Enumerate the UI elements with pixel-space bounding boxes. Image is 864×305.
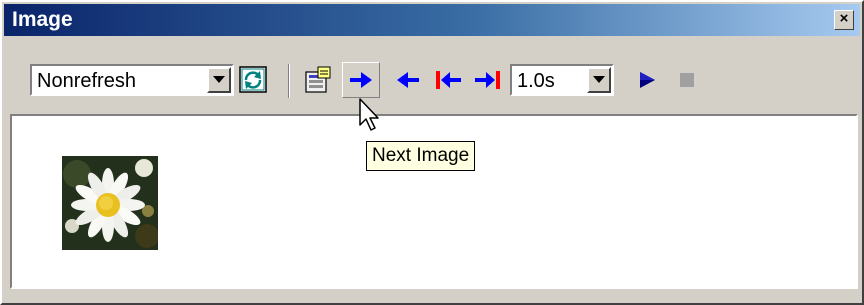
mouse-cursor-icon [359, 98, 379, 131]
first-image-icon [436, 71, 461, 89]
flower-thumbnail-graphic [62, 156, 159, 250]
properties-button[interactable] [298, 62, 336, 98]
title-bar[interactable]: Image × [4, 4, 860, 36]
refresh-button[interactable] [234, 62, 272, 98]
toolbar: Nonrefresh 1.0s [8, 54, 858, 114]
interval-select[interactable]: 1.0s [510, 64, 614, 96]
chevron-down-icon [593, 76, 605, 83]
interval-value: 1.0s [517, 70, 555, 92]
stop-icon [680, 73, 694, 87]
properties-icon [305, 66, 331, 93]
stop-button [668, 62, 706, 98]
first-image-button[interactable] [428, 62, 466, 98]
refresh-mode-dropdown-button[interactable] [207, 67, 231, 93]
toolbar-separator [288, 64, 290, 98]
close-button[interactable]: × [834, 10, 854, 30]
last-image-button[interactable] [470, 62, 508, 98]
window-title: Image [12, 8, 73, 31]
image-window: Image × Nonrefresh 1.0s Next Image [0, 0, 864, 305]
previous-image-button[interactable] [388, 62, 426, 98]
refresh-mode-select[interactable]: Nonrefresh [30, 64, 234, 96]
next-image-button[interactable] [342, 62, 380, 98]
next-image-tooltip: Next Image [366, 141, 476, 171]
close-icon: × [839, 10, 849, 27]
next-arrow-icon [350, 72, 372, 88]
last-image-icon [475, 71, 500, 89]
refresh-icon [239, 66, 267, 93]
interval-dropdown-button[interactable] [587, 67, 611, 93]
chevron-down-icon [213, 76, 225, 83]
refresh-mode-value: Nonrefresh [37, 70, 136, 92]
previous-arrow-icon [397, 72, 419, 88]
play-button[interactable] [628, 62, 666, 98]
play-icon [640, 72, 655, 88]
daisy-flower-image[interactable] [62, 156, 159, 250]
